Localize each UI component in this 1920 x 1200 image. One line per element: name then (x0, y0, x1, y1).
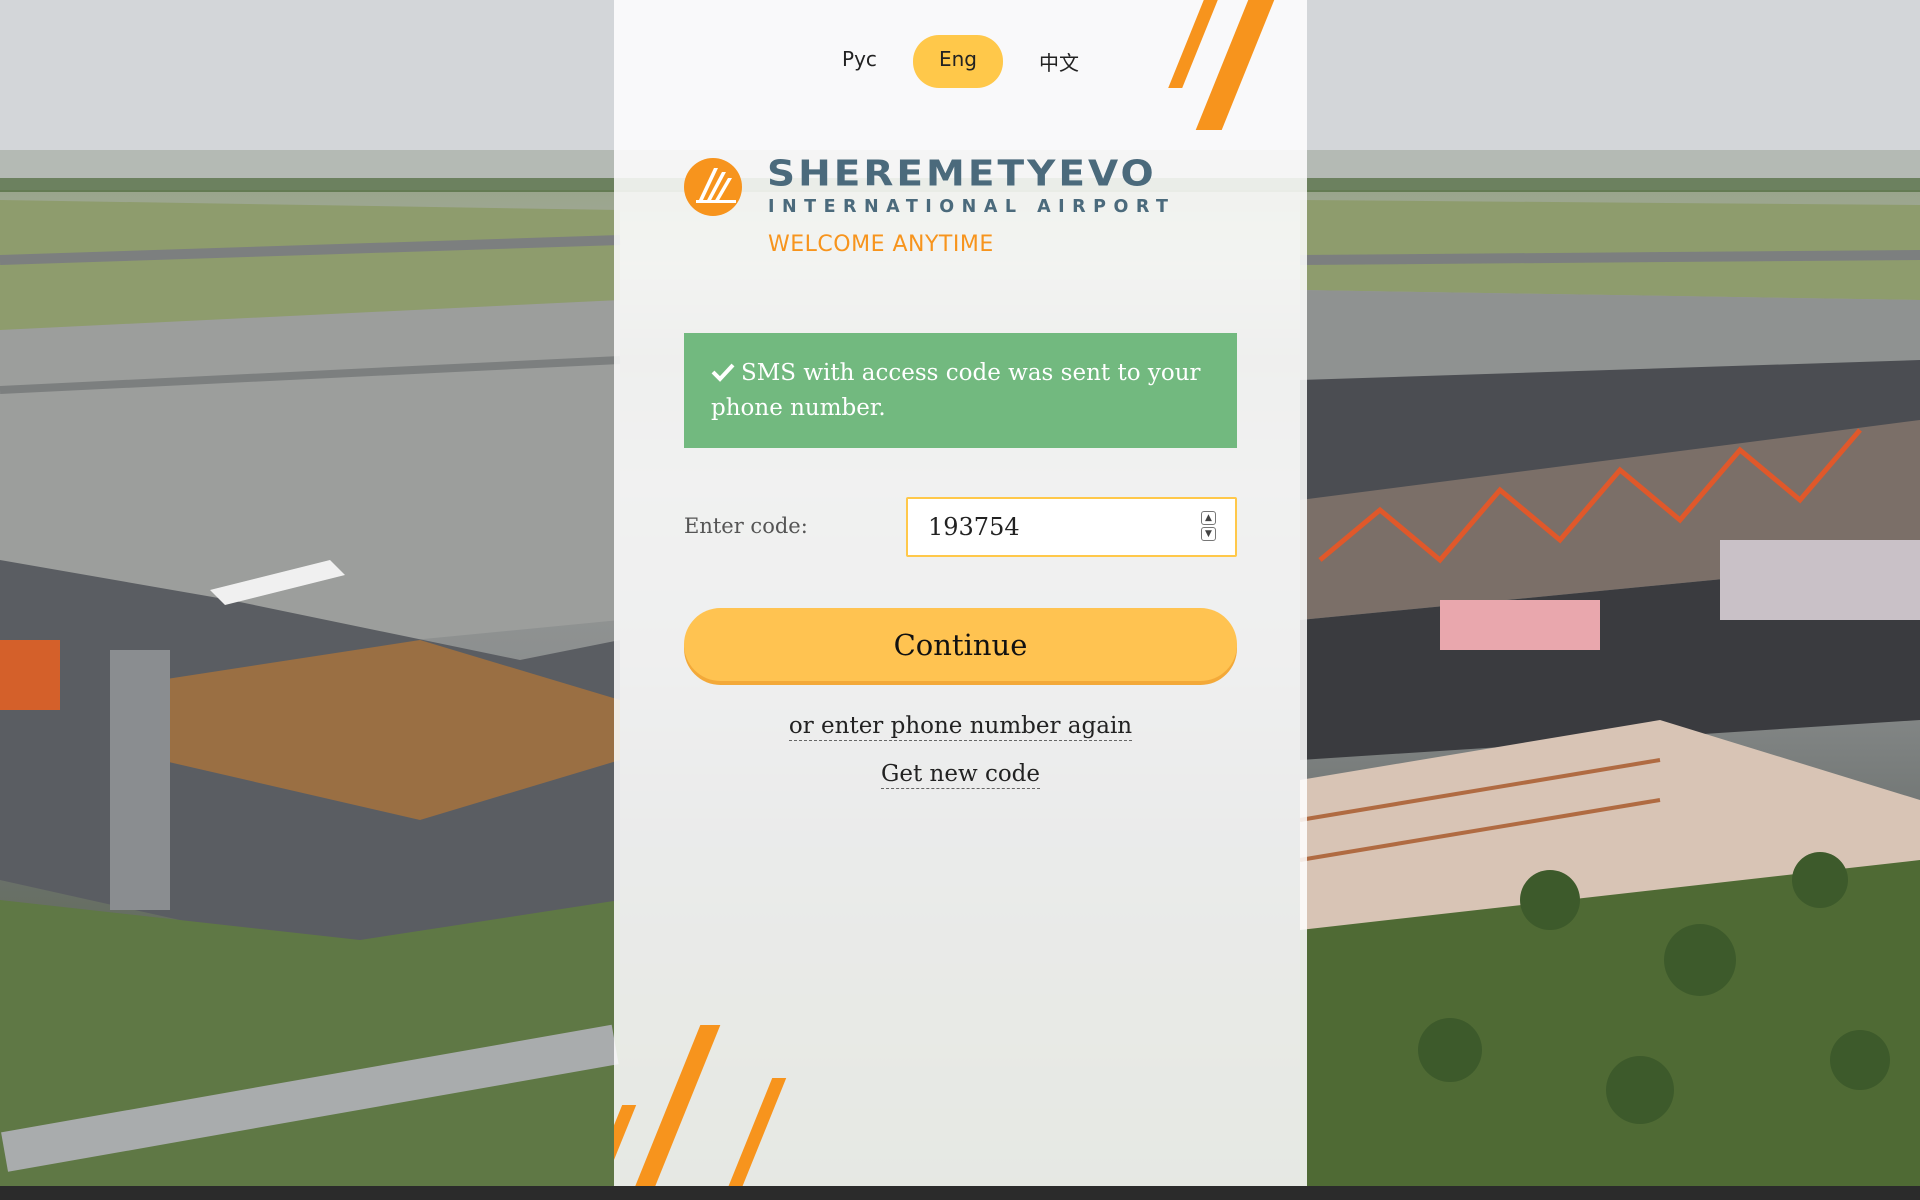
code-label: Enter code: (684, 514, 808, 538)
get-new-code-link[interactable]: Get new code (880, 761, 1041, 789)
reenter-phone-link[interactable]: or enter phone number again (788, 713, 1133, 741)
decor-stripe (725, 1078, 787, 1186)
reenter-phone-row: or enter phone number again (614, 713, 1307, 741)
increment-icon[interactable]: ▲ (1201, 511, 1216, 525)
language-switcher: Рус Eng 中文 (614, 35, 1307, 88)
logo-title: SHEREMETYEVO (767, 153, 1157, 195)
code-input[interactable] (928, 499, 1198, 555)
airport-logo: SHEREMETYEVO INTERNATIONAL AIRPORT WELCO… (684, 152, 1244, 262)
check-icon (711, 359, 741, 392)
decor-stripe (631, 1025, 721, 1186)
code-field: ▲ ▼ (906, 497, 1237, 557)
login-panel: Рус Eng 中文 SHEREMETYEVO INTERNATIONAL AI… (614, 0, 1307, 1186)
logo-mark-icon (684, 158, 742, 216)
logo-subtitle: INTERNATIONAL AIRPORT (768, 197, 1176, 217)
lang-en-button[interactable]: Eng (912, 35, 1003, 88)
decor-stripe (614, 1105, 637, 1186)
code-stepper: ▲ ▼ (1201, 511, 1217, 543)
lang-ru-button[interactable]: Рус (816, 35, 903, 88)
alert-message: SMS with access code was sent to your ph… (711, 360, 1201, 421)
logo-tagline: WELCOME ANYTIME (768, 232, 994, 257)
new-code-row: Get new code (614, 761, 1307, 789)
bottom-bar (0, 1186, 1920, 1200)
sms-sent-alert: SMS with access code was sent to your ph… (684, 333, 1237, 448)
continue-button[interactable]: Continue (684, 608, 1237, 681)
lang-zh-button[interactable]: 中文 (1013, 35, 1105, 88)
decrement-icon[interactable]: ▼ (1201, 527, 1216, 541)
